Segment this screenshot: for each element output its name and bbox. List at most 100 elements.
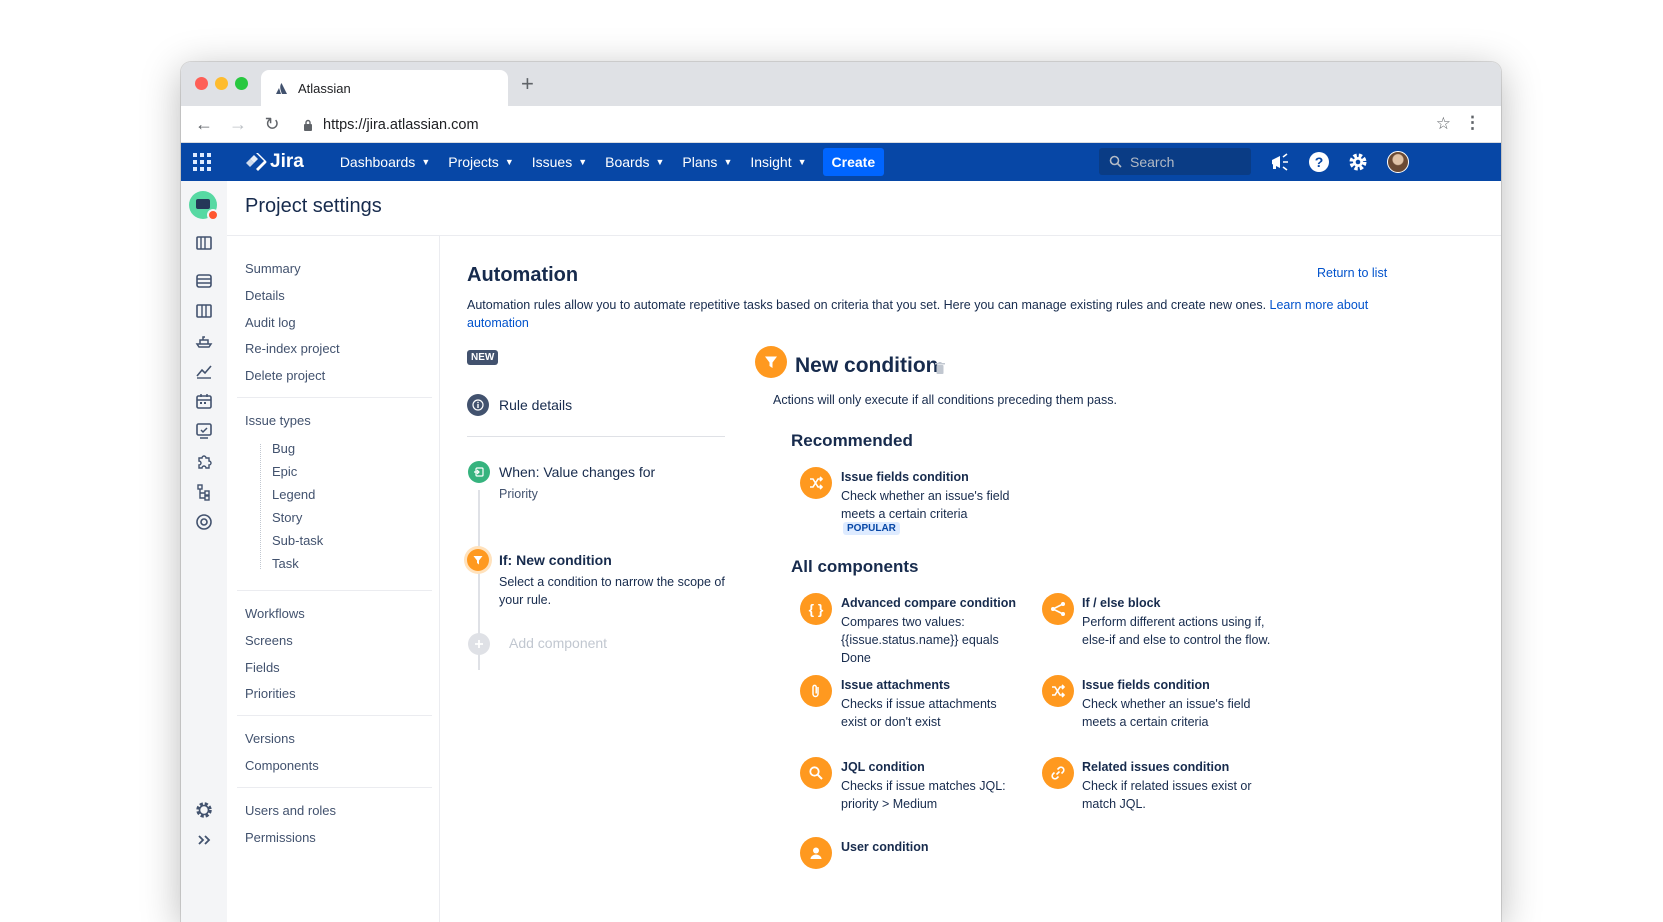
settings-gear-icon[interactable]: [194, 800, 214, 820]
recommended-component-name[interactable]: Issue fields condition: [841, 470, 969, 484]
close-window-button[interactable]: [195, 77, 208, 90]
jira-logo[interactable]: Jira: [245, 151, 304, 173]
columns-icon[interactable]: [194, 301, 214, 321]
forward-arrow-icon[interactable]: →: [227, 114, 249, 135]
component-name[interactable]: If / else block: [1082, 596, 1161, 610]
search-icon: [800, 757, 832, 789]
rule-details-link[interactable]: Rule details: [499, 397, 572, 413]
menu-plans[interactable]: Plans ▼: [682, 154, 732, 170]
nav-issue-type-epic[interactable]: Epic: [272, 464, 297, 479]
recommended-heading: Recommended: [791, 431, 913, 450]
component-name[interactable]: Issue fields condition: [1082, 678, 1210, 692]
menu-insight[interactable]: Insight ▼: [750, 154, 806, 170]
nav-users-and-roles[interactable]: Users and roles: [245, 803, 336, 818]
nav-issue-type-legend[interactable]: Legend: [272, 487, 315, 502]
menu-issues[interactable]: Issues ▼: [532, 154, 587, 170]
settings-gear-icon[interactable]: [1347, 151, 1369, 173]
nav-issue-type-task[interactable]: Task: [272, 556, 299, 571]
new-tab-button[interactable]: +: [521, 71, 534, 97]
help-icon[interactable]: ?: [1308, 151, 1330, 173]
browser-window: Atlassian + ← → ↻ https://jira.atlassian…: [181, 62, 1501, 922]
tab-title: Atlassian: [298, 80, 351, 96]
nav-issue-type-story[interactable]: Story: [272, 510, 302, 525]
all-components-heading: All components: [791, 557, 919, 576]
url-field[interactable]: https://jira.atlassian.com: [293, 110, 1433, 139]
user-icon: [800, 837, 832, 869]
atlassian-logo-icon: [276, 82, 287, 94]
app-switcher-icon[interactable]: [193, 153, 213, 171]
nav-priorities[interactable]: Priorities: [245, 686, 296, 701]
calendar-icon[interactable]: [194, 391, 214, 411]
trash-icon[interactable]: [935, 362, 945, 374]
condition-panel-description: Actions will only execute if all conditi…: [773, 393, 1117, 407]
top-menu: Dashboards ▼ Projects ▼ Issues ▼ Boards ▼ Pl…: [340, 148, 885, 176]
nav-versions[interactable]: Versions: [245, 731, 295, 746]
automation-description: Automation rules allow you to automate r…: [467, 298, 1369, 330]
add-component-button[interactable]: Add component: [509, 635, 607, 651]
reports-chart-icon[interactable]: [194, 361, 214, 381]
bookmark-star-icon[interactable]: ☆: [1436, 114, 1451, 134]
board-icon[interactable]: [194, 233, 214, 253]
deployments-icon[interactable]: [194, 421, 214, 441]
browser-tab[interactable]: Atlassian: [261, 70, 508, 106]
user-avatar[interactable]: [1387, 151, 1409, 173]
nav-components[interactable]: Components: [245, 758, 319, 773]
component-name[interactable]: Issue attachments: [841, 678, 950, 692]
trigger-title[interactable]: When: Value changes for: [499, 464, 655, 480]
nav-audit-log[interactable]: Audit log: [245, 315, 296, 330]
menu-boards[interactable]: Boards ▼: [605, 154, 664, 170]
components-tree-icon[interactable]: [194, 482, 214, 502]
nav-permissions[interactable]: Permissions: [245, 830, 316, 845]
component-name[interactable]: Advanced compare condition: [841, 596, 1016, 610]
recommended-component-desc: Check whether an issue's field meets a c…: [841, 489, 1010, 521]
nav-fields[interactable]: Fields: [245, 660, 280, 675]
filter-icon: [755, 346, 787, 378]
chevron-down-icon: ▼: [421, 157, 431, 167]
add-icon[interactable]: [468, 633, 490, 655]
link-icon: [1042, 757, 1074, 789]
create-button[interactable]: Create: [822, 148, 885, 176]
divider: [237, 397, 432, 398]
page-title: Project settings: [245, 195, 382, 217]
component-name[interactable]: JQL condition: [841, 760, 925, 774]
trigger-icon: [468, 461, 490, 483]
back-arrow-icon[interactable]: ←: [193, 114, 215, 135]
component-desc: Compares two values: {{issue.status.name…: [841, 615, 999, 665]
browser-menu-icon[interactable]: ⋮: [1464, 113, 1481, 133]
paperclip-icon: [800, 675, 832, 707]
nav-issue-type-bug[interactable]: Bug: [272, 441, 295, 456]
search-placeholder: Search: [1130, 153, 1175, 170]
backlog-icon[interactable]: [194, 271, 214, 291]
chevron-down-icon: ▼: [578, 157, 588, 167]
megaphone-icon[interactable]: [1269, 151, 1291, 173]
expand-chevrons-icon[interactable]: [194, 830, 214, 850]
minimize-window-button[interactable]: [215, 77, 228, 90]
nav-summary[interactable]: Summary: [245, 261, 301, 276]
component-name[interactable]: User condition: [841, 840, 929, 854]
return-to-list-link[interactable]: Return to list: [1317, 266, 1387, 280]
nav-issue-types[interactable]: Issue types: [245, 413, 311, 428]
nav-issue-type-subtask[interactable]: Sub-task: [272, 533, 323, 548]
nav-screens[interactable]: Screens: [245, 633, 293, 648]
nav-workflows[interactable]: Workflows: [245, 606, 305, 621]
add-ons-puzzle-icon[interactable]: [194, 452, 214, 472]
chevron-down-icon: ▼: [504, 157, 514, 167]
nav-details[interactable]: Details: [245, 288, 285, 303]
project-settings-icon[interactable]: [194, 512, 214, 532]
automation-main: Automation Return to list Automation rul…: [441, 236, 1501, 922]
info-icon: [467, 394, 489, 416]
menu-projects[interactable]: Projects ▼: [448, 154, 514, 170]
nav-reindex-project[interactable]: Re-index project: [245, 341, 340, 356]
menu-dashboards[interactable]: Dashboards ▼: [340, 154, 430, 170]
maximize-window-button[interactable]: [235, 77, 248, 90]
component-name[interactable]: Related issues condition: [1082, 760, 1229, 774]
reload-icon[interactable]: ↻: [261, 114, 283, 135]
search-icon: [1109, 155, 1122, 168]
popular-badge: POPULAR: [843, 522, 900, 535]
chevron-down-icon: ▼: [723, 157, 733, 167]
nav-delete-project[interactable]: Delete project: [245, 368, 325, 383]
search-input[interactable]: Search: [1099, 148, 1251, 175]
trigger-subtitle: Priority: [499, 487, 538, 501]
releases-ship-icon[interactable]: [194, 331, 214, 351]
condition-step-title[interactable]: If: New condition: [499, 552, 612, 568]
